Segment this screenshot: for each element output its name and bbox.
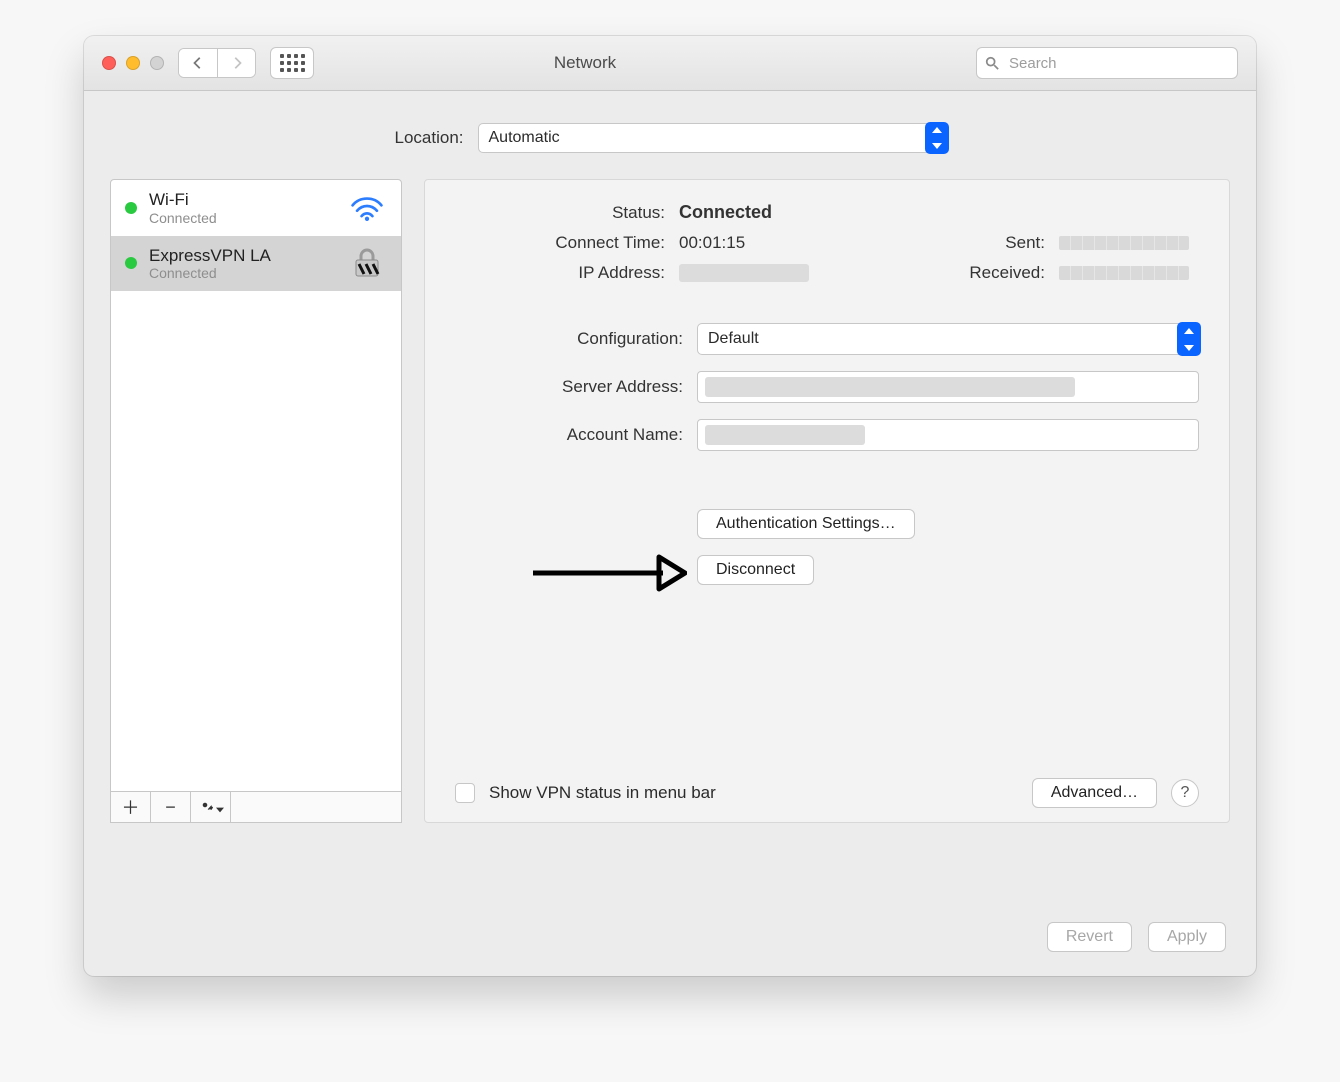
window-toolbar: Network: [84, 36, 1256, 91]
chevron-right-icon: [230, 56, 244, 70]
service-status: Connected: [149, 265, 335, 281]
received-label: Received:: [905, 263, 1045, 283]
location-row: Location: Automatic: [110, 123, 1230, 153]
service-status: Connected: [149, 210, 335, 226]
status-dot-icon: [125, 202, 137, 214]
nav-back-forward: [178, 48, 256, 78]
gear-icon: [197, 797, 213, 818]
location-select[interactable]: Automatic: [478, 123, 946, 153]
status-label: Status:: [455, 203, 665, 223]
received-meter: [1059, 266, 1189, 280]
wifi-icon: [347, 192, 387, 224]
show-vpn-status-checkbox[interactable]: [455, 783, 475, 803]
revert-button[interactable]: Revert: [1047, 922, 1132, 952]
traffic-lights: [102, 56, 164, 70]
network-prefs-window: Network Location: Automatic: [84, 36, 1256, 976]
service-list: Wi-Fi Connected: [110, 179, 402, 823]
server-address-field[interactable]: [697, 371, 1199, 403]
apply-button[interactable]: Apply: [1148, 922, 1226, 952]
forward-button[interactable]: [217, 49, 255, 77]
service-item-wifi[interactable]: Wi-Fi Connected: [111, 180, 401, 236]
account-name-redacted: [705, 425, 865, 445]
remove-service-button[interactable]: −: [151, 792, 191, 822]
help-button[interactable]: ?: [1171, 779, 1199, 807]
configuration-value: Default: [697, 323, 1199, 355]
show-all-prefs-button[interactable]: [270, 47, 314, 79]
location-label: Location:: [395, 128, 464, 148]
search-input[interactable]: [1007, 54, 1229, 73]
zoom-window-button: [150, 56, 164, 70]
server-address-redacted: [705, 377, 1075, 397]
annotation-arrow-icon: [527, 547, 687, 604]
show-vpn-status-label: Show VPN status in menu bar: [489, 783, 716, 803]
service-item-vpn[interactable]: ExpressVPN LA Connected: [111, 236, 401, 292]
location-value: Automatic: [478, 123, 946, 153]
window-footer: Revert Apply: [1047, 922, 1226, 952]
service-list-toolbar: ＋ −: [111, 791, 401, 822]
service-name: Wi-Fi: [149, 190, 335, 210]
stepper-icon: [1177, 322, 1201, 356]
search-field[interactable]: [976, 47, 1238, 79]
chevron-left-icon: [191, 56, 205, 70]
sent-meter: [1059, 236, 1189, 250]
advanced-button[interactable]: Advanced…: [1032, 778, 1157, 808]
search-icon: [985, 56, 999, 70]
server-address-label: Server Address:: [455, 377, 683, 397]
service-actions-menu[interactable]: [191, 792, 231, 822]
service-name: ExpressVPN LA: [149, 246, 335, 266]
minimize-window-button[interactable]: [126, 56, 140, 70]
authentication-settings-button[interactable]: Authentication Settings…: [697, 509, 915, 539]
back-button[interactable]: [179, 49, 217, 77]
grid-icon: [280, 54, 305, 72]
chevron-down-icon: [216, 797, 224, 818]
configuration-label: Configuration:: [455, 329, 683, 349]
account-name-label: Account Name:: [455, 425, 683, 445]
status-value: Connected: [679, 202, 891, 223]
close-window-button[interactable]: [102, 56, 116, 70]
window-title: Network: [328, 53, 962, 73]
stepper-icon: [925, 122, 949, 154]
account-name-field[interactable]: [697, 419, 1199, 451]
status-dot-icon: [125, 257, 137, 269]
ip-address-label: IP Address:: [455, 263, 665, 283]
ip-address-value-redacted: [679, 264, 809, 282]
connect-time-label: Connect Time:: [455, 233, 665, 253]
add-service-button[interactable]: ＋: [111, 792, 151, 822]
connect-time-value: 00:01:15: [679, 233, 891, 253]
sent-label: Sent:: [905, 233, 1045, 253]
lock-icon: [347, 247, 387, 279]
configuration-select[interactable]: Default: [697, 323, 1199, 355]
service-detail-pane: Status: Connected Connect Time: 00:01:15…: [424, 179, 1230, 823]
disconnect-button[interactable]: Disconnect: [697, 555, 814, 585]
